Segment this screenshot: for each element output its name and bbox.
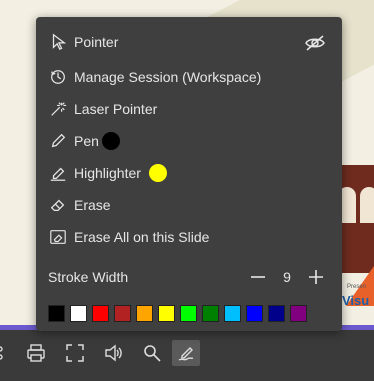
color-swatch[interactable] — [158, 305, 175, 322]
stroke-width-value: 9 — [283, 269, 291, 285]
menu-item-label: Highlighter — [74, 165, 141, 181]
hide-pointer-icon[interactable] — [304, 33, 326, 53]
volume-icon[interactable] — [99, 340, 127, 366]
color-swatch[interactable] — [268, 305, 285, 322]
color-swatch[interactable] — [246, 305, 263, 322]
zoom-icon[interactable] — [138, 340, 166, 366]
menu-item-pointer[interactable]: Pointer — [36, 27, 342, 57]
laser-pointer-icon — [48, 99, 68, 119]
slide-small-text: Presen — [347, 284, 367, 290]
color-swatch[interactable] — [70, 305, 87, 322]
color-swatch[interactable] — [224, 305, 241, 322]
color-swatch[interactable] — [202, 305, 219, 322]
menu-item-erase-all[interactable]: Erase All on this Slide — [36, 222, 342, 252]
manage-session-icon — [48, 67, 68, 87]
slide-title-fragment: Visu — [342, 293, 370, 308]
menu-item-manage-session[interactable]: Manage Session (Workspace) — [36, 62, 342, 92]
menu-item-erase[interactable]: Erase — [36, 190, 342, 220]
menu-item-label: Laser Pointer — [74, 101, 158, 117]
print-icon[interactable] — [22, 340, 50, 366]
menu-item-pen[interactable]: Pen — [36, 126, 342, 156]
decrease-stroke-button[interactable] — [248, 267, 268, 287]
menu-item-label: Pen — [74, 133, 99, 149]
pointer-icon — [48, 32, 68, 52]
more-icon[interactable] — [0, 340, 20, 366]
increase-stroke-button[interactable] — [306, 267, 326, 287]
color-palette — [48, 305, 307, 323]
color-swatch[interactable] — [180, 305, 197, 322]
highlighter-color-indicator[interactable] — [149, 164, 167, 182]
stroke-width-label: Stroke Width — [48, 269, 129, 285]
annotate-icon[interactable] — [172, 340, 200, 366]
menu-item-laser-pointer[interactable]: Laser Pointer — [36, 94, 342, 124]
menu-item-label: Manage Session (Workspace) — [74, 69, 262, 85]
menu-item-highlighter[interactable]: Highlighter — [36, 158, 342, 188]
pen-icon — [48, 131, 68, 151]
color-swatch[interactable] — [114, 305, 131, 322]
highlighter-icon — [48, 163, 68, 183]
erase-all-icon — [48, 227, 68, 247]
color-swatch[interactable] — [48, 305, 65, 322]
annotation-menu: Pointer Manage Session (Workspace) Laser… — [36, 17, 342, 331]
fullscreen-icon[interactable] — [61, 340, 89, 366]
color-swatch[interactable] — [136, 305, 153, 322]
menu-item-label: Erase — [74, 197, 111, 213]
menu-item-label: Pointer — [74, 34, 119, 50]
color-swatch[interactable] — [290, 305, 307, 322]
eraser-icon — [48, 195, 68, 215]
color-swatch[interactable] — [92, 305, 109, 322]
menu-item-label: Erase All on this Slide — [74, 229, 210, 245]
pen-color-indicator[interactable] — [102, 132, 120, 150]
